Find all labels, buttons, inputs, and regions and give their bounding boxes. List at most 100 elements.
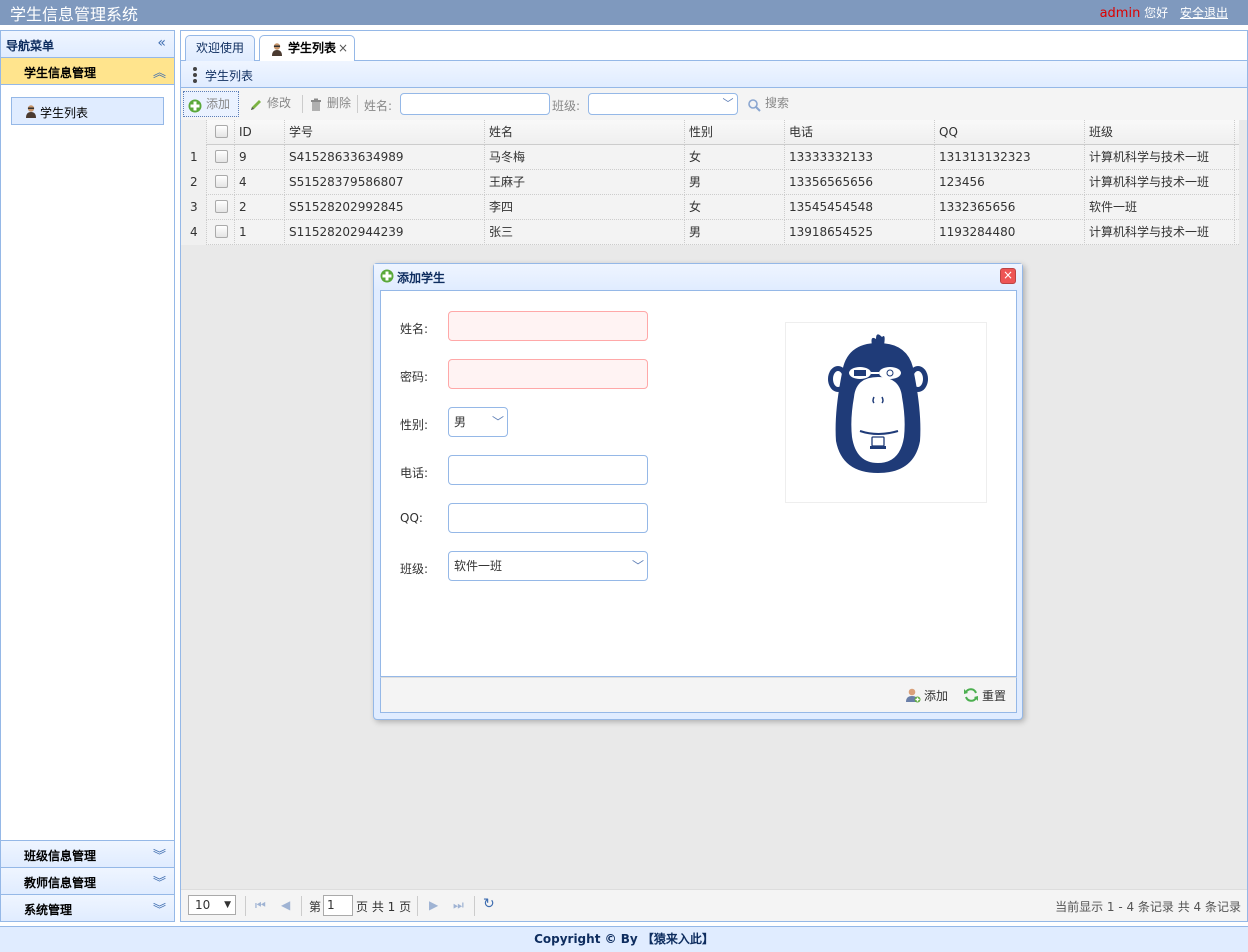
delete-label: 删除 (327, 96, 352, 110)
close-icon[interactable]: × (1000, 268, 1016, 284)
pagination: 10 ▼ ⏮ ◀ 第 1 页 共 1 页 ▶ ⏭ ↻ 当前显示 1 - 4 条记… (181, 889, 1247, 921)
panel-title: 学生列表 (205, 69, 254, 83)
page-size-select[interactable]: 10 ▼ (188, 895, 236, 915)
section-system-management[interactable]: 系统管理 ︾ (1, 894, 174, 921)
panel-header: 学生列表 (181, 61, 1247, 88)
column-header[interactable]: 班级 (1085, 120, 1235, 145)
column-header[interactable]: 电话 (785, 120, 935, 145)
reset-button[interactable]: 重置 (963, 687, 1006, 704)
cell-class: 软件一班 (1085, 195, 1235, 220)
name-field[interactable] (448, 311, 648, 341)
username: admin (1099, 6, 1141, 21)
cell-phone: 13918654525 (785, 220, 935, 245)
delete-button[interactable]: 删除 (305, 91, 363, 117)
cell-id: 4 (235, 170, 285, 195)
dialog-header: 添加学生 × (374, 264, 1022, 290)
chevron-down-icon[interactable]: ︾ (153, 899, 166, 918)
pencil-icon (249, 96, 263, 120)
cell-qq: 1193284480 (935, 220, 1085, 245)
tab-bar: 欢迎使用 学生列表 × (181, 31, 1247, 62)
prev-page-icon[interactable]: ◀ (281, 898, 290, 912)
reset-label: 重置 (982, 689, 1007, 703)
cell-sn: S51528202992845 (285, 195, 485, 220)
page-number-input[interactable]: 1 (323, 895, 353, 916)
chevron-down-icon[interactable]: ﹀ (719, 94, 737, 114)
tab-close-icon[interactable]: × (338, 36, 348, 60)
collapsed-sections: 班级信息管理 ︾ 教师信息管理 ︾ 系统管理 ︾ (1, 840, 174, 921)
class-filter-label: 班级: (552, 99, 581, 113)
cell-phone: 13333332133 (785, 145, 935, 170)
phone-label: 电话: (400, 466, 429, 480)
first-page-icon[interactable]: ⏮ (255, 898, 266, 913)
cell-class: 计算机科学与技术一班 (1085, 145, 1235, 170)
cell-sn: S41528633634989 (285, 145, 485, 170)
edit-button[interactable]: 修改 (245, 91, 303, 117)
cell-sex: 女 (685, 195, 785, 220)
cell-name: 张三 (485, 220, 685, 245)
collapse-left-icon[interactable]: « (157, 35, 166, 51)
phone-field[interactable] (448, 455, 648, 485)
class-select[interactable]: 软件一班 ﹀ (448, 551, 648, 581)
tab-welcome[interactable]: 欢迎使用 (185, 35, 255, 61)
cell-qq: 123456 (935, 170, 1085, 195)
row-number: 1 (181, 145, 207, 170)
chevron-down-icon[interactable]: ︾ (153, 872, 166, 891)
cell-id: 1 (235, 220, 285, 245)
row-checkbox[interactable] (207, 220, 235, 245)
class-filter-select[interactable]: ﹀ (588, 93, 738, 115)
cell-class: 计算机科学与技术一班 (1085, 170, 1235, 195)
section-label: 学生信息管理 (24, 66, 97, 80)
section-class-management[interactable]: 班级信息管理 ︾ (1, 840, 174, 867)
column-header[interactable]: 姓名 (485, 120, 685, 145)
row-number-header (181, 120, 207, 145)
cell-name: 王麻子 (485, 170, 685, 195)
password-field[interactable] (448, 359, 648, 389)
monkey-avatar-icon (828, 334, 928, 473)
divider (417, 896, 418, 916)
chevron-up-icon[interactable]: ︽ (153, 62, 166, 81)
cell-class: 计算机科学与技术一班 (1085, 220, 1235, 245)
cell-name: 马冬梅 (485, 145, 685, 170)
row-checkbox[interactable] (207, 195, 235, 220)
chevron-down-icon[interactable]: ﹀ (629, 552, 647, 580)
logout-link[interactable]: 安全退出 (1180, 6, 1228, 20)
user-student-icon (24, 104, 38, 121)
row-number: 2 (181, 170, 207, 195)
table-row[interactable]: 1 9 S41528633634989 马冬梅 女 13333332133 13… (181, 145, 1239, 170)
greeting: 您好 (1144, 6, 1169, 20)
add-button[interactable]: 添加 (183, 91, 239, 117)
tab-student-list[interactable]: 学生列表 × (259, 35, 355, 62)
section-label: 系统管理 (24, 903, 73, 917)
column-header[interactable]: 性别 (685, 120, 785, 145)
column-header[interactable]: ID (235, 120, 285, 145)
cell-qq: 1332365656 (935, 195, 1085, 220)
qq-label: QQ: (400, 511, 423, 525)
refresh-icon[interactable]: ↻ (483, 896, 495, 912)
divider (357, 95, 358, 113)
column-header[interactable]: 学号 (285, 120, 485, 145)
next-page-icon[interactable]: ▶ (429, 898, 438, 912)
sidebar-title: 导航菜单 (6, 39, 55, 53)
chevron-down-icon[interactable]: ︾ (153, 845, 166, 864)
last-page-icon[interactable]: ⏭ (453, 898, 464, 913)
name-filter-input[interactable] (400, 93, 550, 115)
table-row[interactable]: 3 2 S51528202992845 李四 女 13545454548 133… (181, 195, 1239, 220)
sex-select[interactable]: 男 ﹀ (448, 407, 508, 437)
sidebar-item-student-list[interactable]: 学生列表 (11, 97, 164, 125)
row-checkbox[interactable] (207, 170, 235, 195)
column-header[interactable]: QQ (935, 120, 1085, 145)
plus-icon (188, 97, 202, 121)
user-info: admin 您好 安全退出 (1100, 4, 1228, 21)
row-checkbox[interactable] (207, 145, 235, 170)
student-photo (785, 322, 987, 503)
cell-phone: 13356565656 (785, 170, 935, 195)
select-all-checkbox[interactable] (207, 120, 235, 145)
section-student-management[interactable]: 学生信息管理 ︽ (1, 58, 174, 85)
qq-field[interactable] (448, 503, 648, 533)
submit-add-button[interactable]: 添加 (905, 687, 948, 704)
section-teacher-management[interactable]: 教师信息管理 ︾ (1, 867, 174, 894)
table-row[interactable]: 4 1 S11528202944239 张三 男 13918654525 119… (181, 220, 1239, 245)
table-row[interactable]: 2 4 S51528379586807 王麻子 男 13356565656 12… (181, 170, 1239, 195)
search-button[interactable]: 搜索 (743, 91, 803, 117)
chevron-down-icon[interactable]: ﹀ (489, 408, 507, 436)
